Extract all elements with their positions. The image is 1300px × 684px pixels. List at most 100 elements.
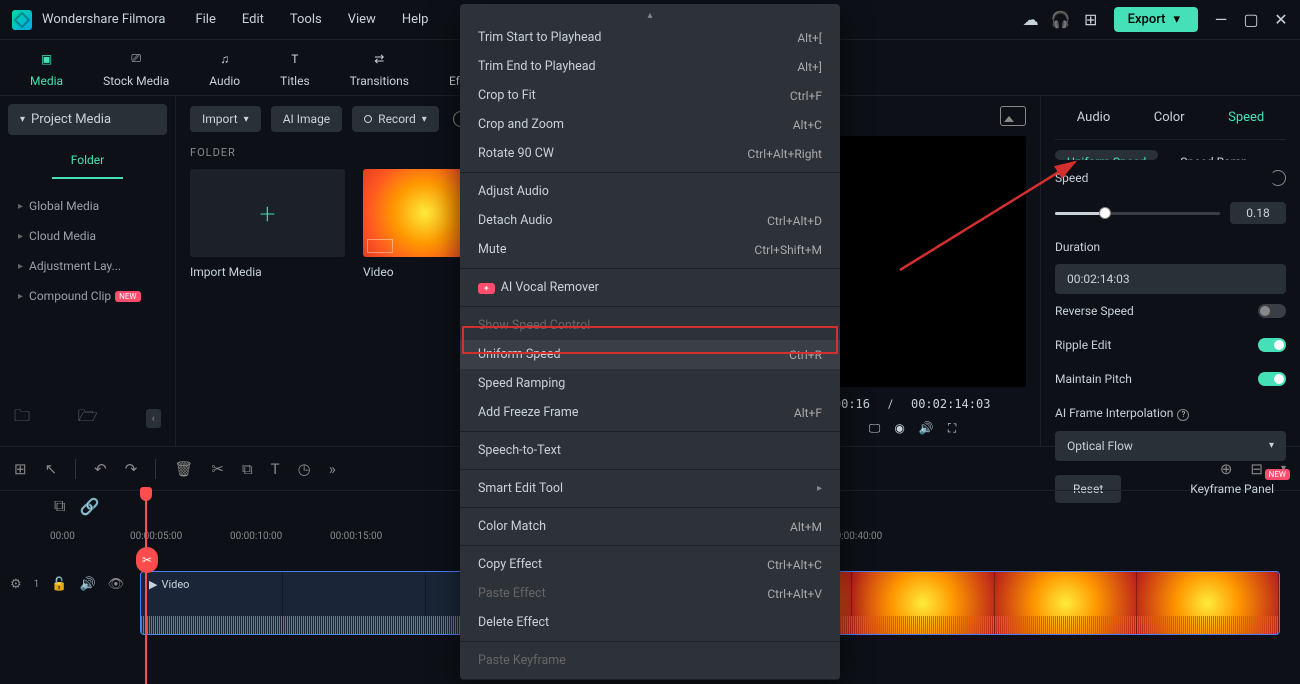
folder-tab[interactable]: Folder <box>52 147 123 179</box>
tab-audio[interactable]: Audio <box>1077 110 1110 125</box>
menu-view[interactable]: View <box>348 12 376 27</box>
pill-uniform-speed[interactable]: Uniform Speed <box>1055 150 1158 160</box>
cut-handle[interactable]: ✂ <box>136 547 158 573</box>
maximize-button[interactable]: ▢ <box>1244 13 1258 27</box>
lock-icon[interactable]: 🔓 <box>51 577 67 592</box>
text-icon[interactable]: T <box>271 460 280 478</box>
sidebar-item-compound-clip[interactable]: ▸Compound ClipNEW <box>8 281 167 311</box>
cursor-icon[interactable]: ↖ <box>45 460 58 478</box>
menu-tools[interactable]: Tools <box>290 12 322 27</box>
ctx-item[interactable]: ✦AI Vocal Remover <box>460 273 840 302</box>
ctx-item: Paste EffectCtrl+Alt+V <box>460 579 840 608</box>
app-title: Wondershare Filmora <box>42 12 165 27</box>
camera-icon[interactable]: ◉ <box>894 421 904 436</box>
apps-icon[interactable]: ⊞ <box>1084 13 1098 27</box>
undo-icon[interactable]: ↶ <box>94 460 107 478</box>
play-icon: ▶ <box>149 578 157 591</box>
ctx-item[interactable]: Detach AudioCtrl+Alt+D <box>460 206 840 235</box>
ctx-item[interactable]: Copy EffectCtrl+Alt+C <box>460 550 840 579</box>
ctx-item[interactable]: Crop and ZoomAlt+C <box>460 110 840 139</box>
chevron-down-icon: ▾ <box>422 114 427 125</box>
close-button[interactable]: ✕ <box>1274 13 1288 27</box>
tab-stock-media[interactable]: ⎚Stock Media <box>103 48 169 88</box>
fullscreen-icon[interactable]: ⛶ <box>948 421 956 436</box>
menu-file[interactable]: File <box>195 12 215 27</box>
pill-speed-ramp[interactable]: Speed Ramp <box>1168 150 1260 160</box>
reverse-toggle[interactable] <box>1258 304 1286 318</box>
ctx-item[interactable]: Rotate 90 CWCtrl+Alt+Right <box>460 139 840 168</box>
speed-label: Speed <box>1055 171 1088 185</box>
ctx-item[interactable]: Delete Effect <box>460 608 840 637</box>
folder-icon[interactable]: 🗀 <box>14 405 30 432</box>
marker-icon[interactable]: ⧉ <box>54 496 65 516</box>
sidebar-item-cloud-media[interactable]: ▸Cloud Media <box>8 221 167 251</box>
titles-icon: T <box>284 48 306 70</box>
chevron-down-icon: ▾ <box>244 114 249 125</box>
pitch-label: Maintain Pitch <box>1055 372 1132 386</box>
info-icon[interactable]: ? <box>1177 409 1189 421</box>
ctx-item[interactable]: Trim Start to PlayheadAlt+[ <box>460 23 840 52</box>
ctx-item[interactable]: Add Freeze FrameAlt+F <box>460 398 840 427</box>
crop-icon[interactable]: ⧉ <box>242 460 253 478</box>
ctx-item[interactable]: Smart Edit Tool▸ <box>460 474 840 503</box>
delete-icon[interactable]: 🗑 <box>174 460 193 478</box>
tab-color[interactable]: Color <box>1154 110 1185 125</box>
ai-image-button[interactable]: AI Image <box>271 106 342 132</box>
cloud-icon[interactable]: ☁ <box>1024 13 1038 27</box>
playhead[interactable] <box>145 491 147 684</box>
snapshot-icon[interactable] <box>1000 106 1026 126</box>
reset-speed-icon[interactable] <box>1270 170 1286 186</box>
slider-thumb[interactable] <box>1099 207 1111 219</box>
tab-transitions[interactable]: ⇄Transitions <box>350 48 409 88</box>
chevron-up-icon[interactable]: ▴ <box>460 8 840 23</box>
chevron-right-icon: ▸ <box>18 231 23 242</box>
import-media-tile[interactable]: + <box>190 169 345 257</box>
ripple-toggle[interactable] <box>1258 338 1286 352</box>
track-settings-icon[interactable]: ⚙ <box>10 577 22 592</box>
pitch-toggle[interactable] <box>1258 372 1286 386</box>
minimize-button[interactable]: — <box>1214 13 1228 27</box>
redo-icon[interactable]: ↷ <box>125 460 138 478</box>
reverse-label: Reverse Speed <box>1055 304 1134 318</box>
ctx-item[interactable]: Uniform SpeedCtrl+R <box>460 340 840 369</box>
more-icon[interactable]: » <box>329 460 336 478</box>
grid-icon[interactable]: ⊞ <box>14 460 27 478</box>
folder-add-icon[interactable]: 🗁 <box>78 405 98 432</box>
menu-help[interactable]: Help <box>402 12 429 27</box>
link-icon[interactable]: 🔗 <box>79 497 99 516</box>
sidebar-item-global-media[interactable]: ▸Global Media <box>8 191 167 221</box>
tab-speed[interactable]: Speed <box>1228 110 1264 125</box>
chevron-down-icon: ▾ <box>20 114 25 125</box>
chevron-down-icon: ▾ <box>1173 12 1180 27</box>
tab-audio[interactable]: ♫Audio <box>209 48 240 88</box>
ctx-item[interactable]: MuteCtrl+Shift+M <box>460 235 840 264</box>
ctx-item[interactable]: Speech-to-Text <box>460 436 840 465</box>
new-badge: NEW <box>115 291 140 302</box>
tab-media[interactable]: ▣Media <box>30 48 63 88</box>
ctx-item[interactable]: Speed Ramping <box>460 369 840 398</box>
ctx-item[interactable]: Color MatchAlt+M <box>460 512 840 541</box>
volume-icon[interactable]: 🔊 <box>919 421 934 436</box>
duration-input[interactable]: 00:02:14:03 <box>1055 264 1286 294</box>
display-icon[interactable]: 🖵 <box>869 421 881 436</box>
ctx-item[interactable]: Crop to FitCtrl+F <box>460 81 840 110</box>
ctx-item[interactable]: Adjust Audio <box>460 177 840 206</box>
visibility-icon[interactable]: 👁 <box>108 577 125 592</box>
speed-value[interactable]: 0.18 <box>1230 202 1286 224</box>
record-dropdown[interactable]: Record▾ <box>352 106 439 132</box>
ctx-item[interactable]: Trim End to PlayheadAlt+] <box>460 52 840 81</box>
collapse-icon[interactable]: ‹ <box>146 409 161 428</box>
tab-titles[interactable]: TTitles <box>280 48 309 88</box>
headphones-icon[interactable]: 🎧 <box>1054 13 1068 27</box>
mute-icon[interactable]: 🔊 <box>79 577 95 592</box>
sidebar-item-adjustment-layer[interactable]: ▸Adjustment Lay... <box>8 251 167 281</box>
app-logo <box>12 10 32 30</box>
speed-icon[interactable]: ◷ <box>298 460 311 478</box>
export-button[interactable]: Export▾ <box>1114 7 1198 32</box>
cut-icon[interactable]: ✂ <box>211 460 224 478</box>
stock-icon: ⎚ <box>125 48 147 70</box>
import-dropdown[interactable]: Import▾ <box>190 106 261 132</box>
menu-edit[interactable]: Edit <box>242 12 264 27</box>
project-media-dropdown[interactable]: ▾Project Media <box>8 104 167 135</box>
speed-slider[interactable] <box>1055 212 1220 215</box>
